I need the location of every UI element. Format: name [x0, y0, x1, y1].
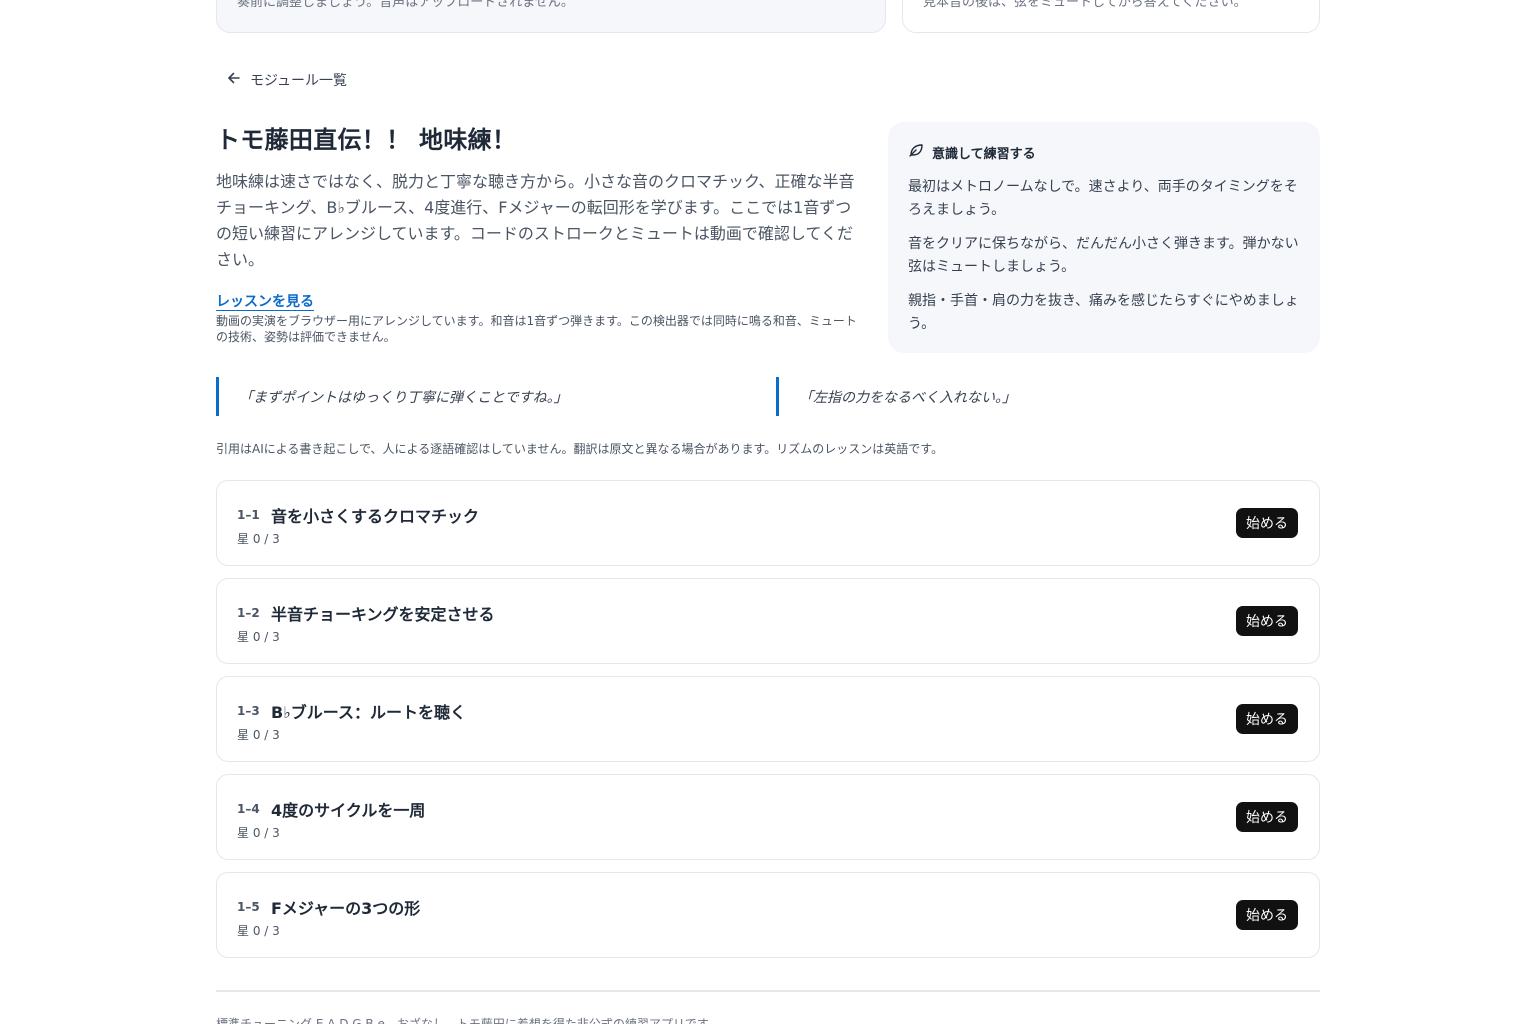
module-page: 奏前に調整しましょう。音声はアップロードされません。 見本音の後は、弦をミュート…: [0, 0, 1536, 1024]
exercise-title: Fメジャーの3つの形: [271, 899, 421, 918]
top-card-left-text: 奏前に調整しましょう。音声はアップロードされません。: [237, 0, 574, 10]
exercise-card: 1–5 Fメジャーの3つの形 星 0 / 3 始める: [216, 872, 1320, 958]
exercise-card: 1–2 半音チョーキングを安定させる 星 0 / 3 始める: [216, 578, 1320, 664]
exercise-stars: 星 0 / 3: [237, 630, 280, 644]
exercise-number: 1–3: [237, 704, 260, 718]
lesson-note: 動画の実演をブラウザー用にアレンジしています。和音は1音ずつ弾きます。この検出器…: [216, 314, 857, 344]
exercise-card: 1–4 4度のサイクルを一周 星 0 / 3 始める: [216, 774, 1320, 860]
top-card-right: 見本音の後は、弦をミュートしてから答えてください。: [902, 0, 1320, 33]
back-link-label: モジュール一覧: [250, 73, 348, 89]
leaf-icon: [908, 142, 924, 162]
exercise-number: 1–4: [237, 802, 260, 816]
start-button[interactable]: 始める: [1236, 508, 1298, 538]
quote-2: 「左指の力をなるべく入れない。」: [776, 377, 1316, 416]
exercise-title: B♭ブルース：ルートを聴く: [271, 703, 466, 722]
arrow-left-icon: [226, 70, 242, 90]
tip-item: 最初はメトロノームなしで。速さより、両手のタイミングをそろえましょう。: [908, 179, 1298, 218]
exercise-number: 1–1: [237, 508, 260, 522]
tip-item: 音をクリアに保ちながら、だんだん小さく弾きます。弾かない弦はミュートしましょう。: [908, 236, 1299, 275]
exercise-number: 1–2: [237, 606, 260, 620]
exercise-title: 半音チョーキングを安定させる: [271, 605, 495, 624]
exercise-number: 1–5: [237, 900, 260, 914]
top-card-right-text: 見本音の後は、弦をミュートしてから答えてください。: [923, 0, 1247, 10]
top-card-left: 奏前に調整しましょう。音声はアップロードされません。: [216, 0, 886, 33]
exercise-stars: 星 0 / 3: [237, 728, 280, 742]
footer-text: 標準チューニング E A D G B e。おざなし、トモ藤田に着想を得た非公式の…: [216, 1017, 720, 1024]
start-button[interactable]: 始める: [1236, 704, 1298, 734]
page-title: トモ藤田直伝！！ 地味練！: [216, 126, 517, 154]
tips-heading: 意識して練習する: [908, 142, 1300, 162]
practice-tips-panel: 意識して練習する 最初はメトロノームなしで。速さより、両手のタイミングをそろえま…: [888, 122, 1320, 353]
exercise-stars: 星 0 / 3: [237, 826, 280, 840]
quote-disclaimer: 引用はAIによる書き起こしで、人による逐語確認はしていません。翻訳は原文と異なる…: [216, 442, 944, 456]
quote-1: 「まずポイントはゆっくり丁寧に弾くことですね。」: [216, 377, 756, 416]
exercise-title: 音を小さくするクロマチック: [271, 507, 480, 526]
tips-heading-label: 意識して練習する: [932, 146, 1036, 162]
start-button[interactable]: 始める: [1236, 606, 1298, 636]
exercise-stars: 星 0 / 3: [237, 532, 280, 546]
module-description: 地味練は速さではなく、脱力と丁寧な聴き方から。小さな音のクロマチック、正確な半音…: [216, 172, 855, 269]
exercise-card: 1–1 音を小さくするクロマチック 星 0 / 3 始める: [216, 480, 1320, 566]
watch-lesson-link[interactable]: レッスンを見る: [216, 291, 314, 311]
exercise-stars: 星 0 / 3: [237, 924, 280, 938]
exercise-card: 1–3 B♭ブルース：ルートを聴く 星 0 / 3 始める: [216, 676, 1320, 762]
start-button[interactable]: 始める: [1236, 900, 1298, 930]
exercise-title: 4度のサイクルを一周: [271, 801, 426, 820]
back-to-modules-link[interactable]: モジュール一覧: [226, 70, 347, 90]
footer-divider: [216, 990, 1320, 992]
start-button[interactable]: 始める: [1236, 802, 1298, 832]
tip-item: 親指・手首・肩の力を抜き、痛みを感じたらすぐにやめましょう。: [908, 293, 1299, 332]
